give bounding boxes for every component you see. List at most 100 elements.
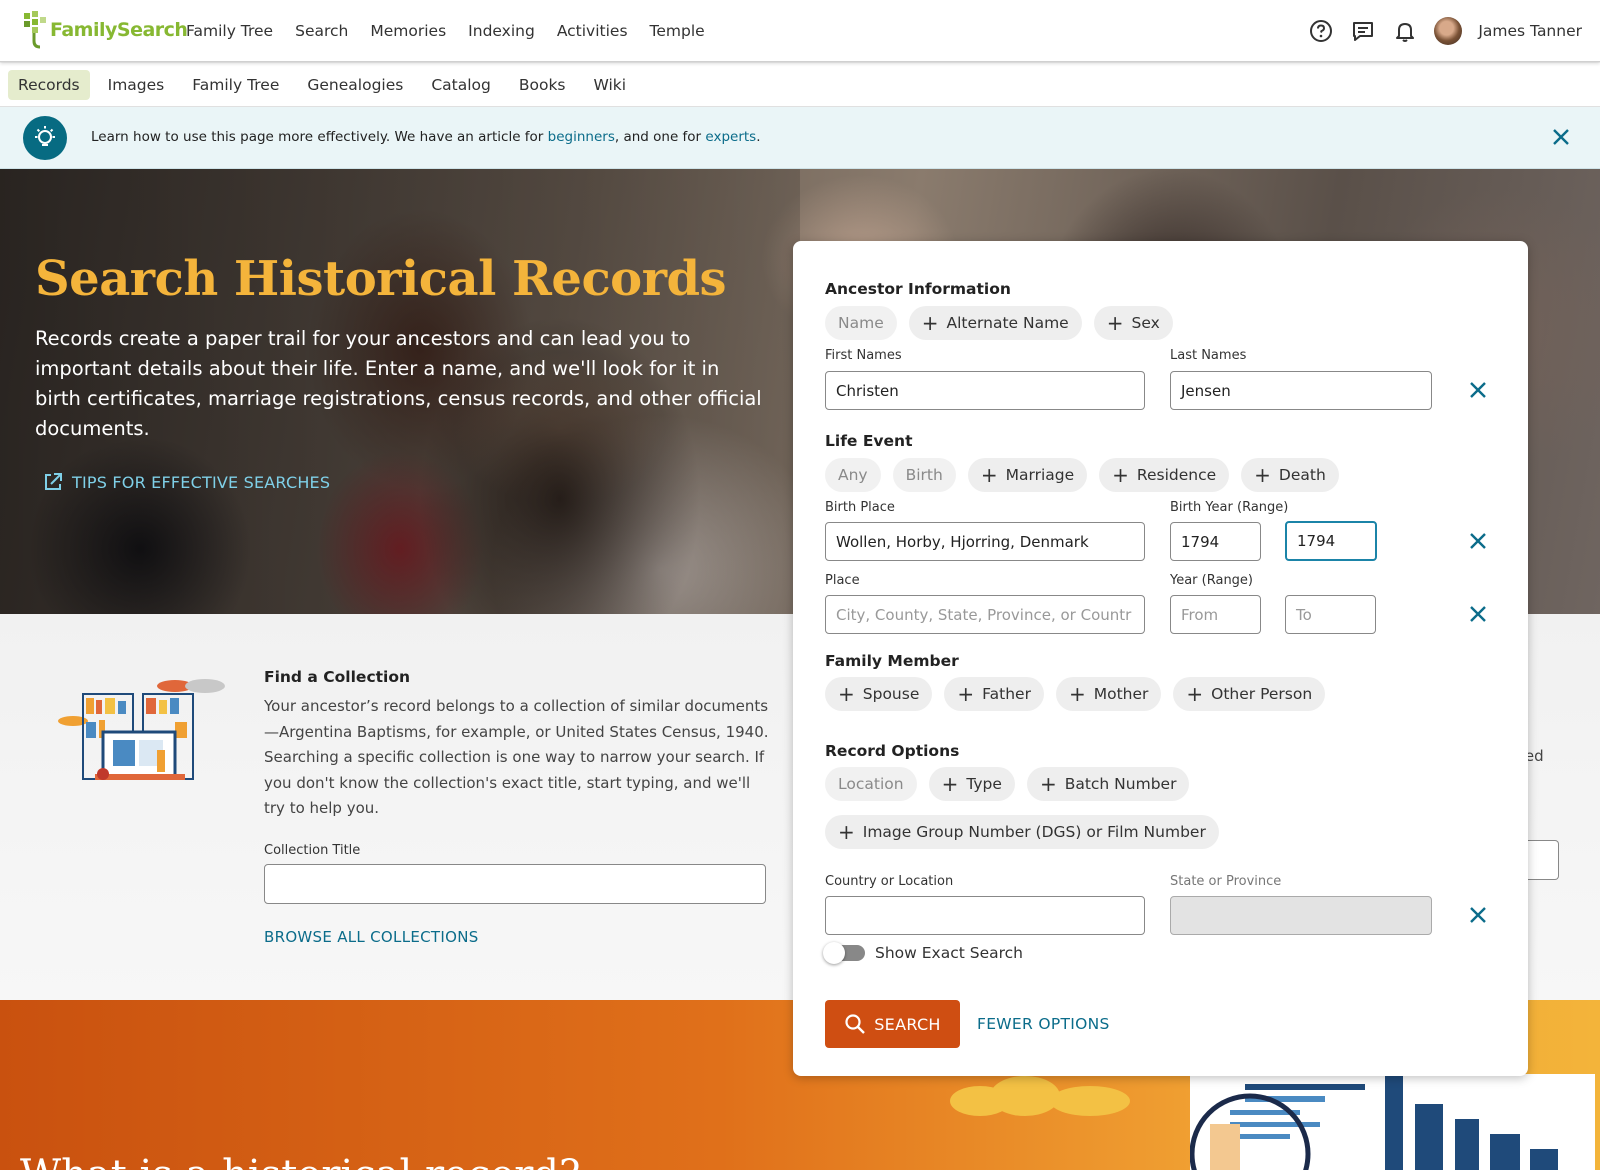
first-names-input[interactable]: Christen (825, 371, 1145, 410)
notifications-icon[interactable] (1392, 18, 1418, 44)
father-chip-label: Father (982, 685, 1031, 703)
user-tools: James Tanner (1308, 0, 1582, 62)
nav-family-tree[interactable]: Family Tree (186, 22, 273, 40)
birth-place-label: Birth Place (825, 500, 895, 515)
collection-title-input[interactable] (264, 864, 766, 904)
location-chip-label: Location (838, 775, 904, 793)
alternate-name-chip[interactable]: + Alternate Name (908, 306, 1082, 340)
name-chip-label: Name (838, 314, 884, 332)
birth-chip[interactable]: Birth (892, 458, 956, 492)
help-icon[interactable] (1308, 18, 1334, 44)
subnav-family-tree[interactable]: Family Tree (182, 70, 289, 100)
section-title: What is a historical record? (20, 1152, 580, 1170)
spouse-chip[interactable]: + Spouse (825, 677, 933, 711)
death-chip-label: Death (1278, 466, 1326, 484)
sex-chip-label: Sex (1131, 314, 1160, 332)
family-member-heading: Family Member (825, 652, 959, 670)
mother-chip-label: Mother (1093, 685, 1149, 703)
plus-icon: + (838, 682, 855, 706)
ancestor-info-heading: Ancestor Information (825, 280, 1011, 298)
search-button-label: SEARCH (874, 1014, 941, 1034)
clear-location-icon[interactable] (1467, 904, 1489, 926)
subnav-wiki[interactable]: Wiki (584, 70, 637, 100)
subnav-catalog[interactable]: Catalog (421, 70, 501, 100)
year-from-input[interactable]: From (1170, 595, 1261, 634)
subnav-genealogies[interactable]: Genealogies (297, 70, 413, 100)
messages-icon[interactable] (1350, 18, 1376, 44)
nav-activities[interactable]: Activities (557, 22, 628, 40)
subnav-records[interactable]: Records (8, 70, 90, 100)
father-chip[interactable]: + Father (944, 677, 1044, 711)
other-person-chip[interactable]: + Other Person (1173, 677, 1326, 711)
avatar[interactable] (1434, 17, 1463, 45)
birth-year-to-input[interactable]: 1794 (1285, 521, 1377, 561)
cloud-decoration (1050, 1086, 1130, 1116)
fewer-options-link[interactable]: FEWER OPTIONS (977, 1015, 1110, 1033)
clear-event-icon[interactable] (1467, 603, 1489, 625)
sex-chip[interactable]: + Sex (1093, 306, 1173, 340)
type-chip[interactable]: + Type (928, 767, 1015, 801)
clear-name-icon[interactable] (1467, 379, 1489, 401)
batch-number-chip[interactable]: + Batch Number (1026, 767, 1190, 801)
country-input[interactable] (825, 896, 1145, 935)
clear-birth-icon[interactable] (1467, 530, 1489, 552)
experts-link[interactable]: experts (705, 129, 756, 145)
close-icon[interactable] (1550, 126, 1574, 150)
last-names-input[interactable]: Jensen (1170, 371, 1432, 410)
batch-number-chip-label: Batch Number (1064, 775, 1177, 793)
subnav-images[interactable]: Images (98, 70, 175, 100)
magnifier-illustration (1190, 1074, 1595, 1170)
mother-chip[interactable]: + Mother (1055, 677, 1162, 711)
residence-chip[interactable]: + Residence (1099, 458, 1230, 492)
life-event-chips: Any Birth + Marriage + Residence + Death (825, 458, 1339, 492)
lightbulb-icon (23, 116, 67, 160)
plus-icon: + (1254, 463, 1271, 487)
search-button[interactable]: SEARCH (825, 1000, 960, 1048)
death-chip[interactable]: + Death (1241, 458, 1339, 492)
nav-indexing[interactable]: Indexing (468, 22, 535, 40)
sub-navigation-bar: Records Images Family Tree Genealogies C… (0, 63, 1600, 107)
plus-icon: + (1068, 682, 1086, 706)
plus-icon: + (1039, 772, 1057, 796)
browse-all-collections-link[interactable]: BROWSE ALL COLLECTIONS (264, 928, 479, 946)
subnav-books[interactable]: Books (509, 70, 576, 100)
main-nav: Family Tree Search Memories Indexing Act… (186, 0, 705, 62)
residence-chip-label: Residence (1136, 466, 1217, 484)
nav-memories[interactable]: Memories (370, 22, 446, 40)
collection-title: Find a Collection (264, 668, 411, 686)
search-form-card: Ancestor Information Name + Alternate Nam… (793, 241, 1528, 1076)
plus-icon: + (980, 463, 998, 487)
tip-text-end: . (756, 129, 761, 145)
familysearch-logo[interactable]: FamilySearch (22, 11, 188, 49)
state-input (1170, 896, 1432, 935)
ancestor-chips: Name + Alternate Name + Sex (825, 306, 1173, 340)
family-chips: + Spouse + Father + Mother + Other Person (825, 677, 1326, 711)
tips-link-label: TIPS FOR EFFECTIVE SEARCHES (72, 472, 331, 492)
birth-place-input[interactable]: Wollen, Horby, Hjorring, Denmark (825, 522, 1145, 561)
birth-year-label: Birth Year (Range) (1170, 500, 1289, 515)
year-to-input[interactable]: To (1285, 595, 1376, 634)
plus-icon: + (1112, 463, 1129, 487)
alternate-name-chip-label: Alternate Name (946, 314, 1069, 332)
life-event-heading: Life Event (825, 432, 913, 450)
image-group-number-chip[interactable]: + Image Group Number (DGS) or Film Number (825, 815, 1219, 849)
year-range-label: Year (Range) (1170, 573, 1254, 588)
tips-link[interactable]: TIPS FOR EFFECTIVE SEARCHES (42, 471, 330, 493)
marriage-chip[interactable]: + Marriage (967, 458, 1088, 492)
tip-banner: Learn how to use this page more effectiv… (0, 107, 1600, 169)
place-input[interactable]: City, County, State, Province, or Countr (825, 595, 1145, 634)
plus-icon: + (1186, 682, 1204, 706)
nav-temple[interactable]: Temple (650, 22, 705, 40)
exact-search-toggle[interactable]: Show Exact Search (823, 942, 1023, 964)
birth-year-from-input[interactable]: 1794 (1170, 522, 1261, 561)
tip-text-middle: , and one for (614, 129, 706, 145)
any-chip[interactable]: Any (825, 458, 881, 492)
plus-icon: + (838, 820, 855, 844)
user-name[interactable]: James Tanner (1478, 22, 1582, 40)
nav-search[interactable]: Search (295, 22, 348, 40)
name-chip[interactable]: Name (825, 306, 897, 340)
beginners-link[interactable]: beginners (548, 129, 615, 145)
collection-description: Your ancestor’s record belongs to a coll… (264, 697, 769, 817)
location-chip[interactable]: Location (825, 767, 917, 801)
record-option-chips-row2: + Image Group Number (DGS) or Film Number (825, 815, 1219, 849)
